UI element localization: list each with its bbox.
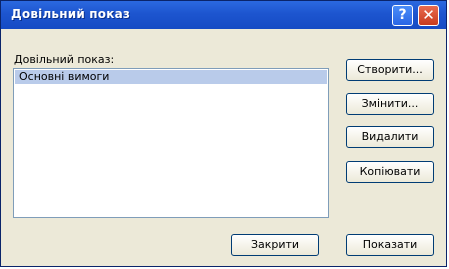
show-button[interactable]: Показати xyxy=(346,234,434,256)
close-window-button[interactable]: ✕ xyxy=(418,5,439,26)
custom-shows-listbox[interactable]: Основні вимоги xyxy=(13,68,329,218)
edit-button[interactable]: Змінити... xyxy=(346,93,434,115)
custom-shows-label: Довільний показ: xyxy=(14,53,115,66)
help-button[interactable]: ? xyxy=(392,5,413,26)
close-button[interactable]: Закрити xyxy=(231,234,319,256)
close-icon: ✕ xyxy=(422,6,435,24)
create-button[interactable]: Створити... xyxy=(346,59,434,81)
title-bar[interactable]: Довільний показ ? ✕ xyxy=(1,1,446,29)
window-title: Довільний показ xyxy=(11,7,131,21)
list-item[interactable]: Основні вимоги xyxy=(15,70,327,84)
help-icon: ? xyxy=(398,7,407,23)
custom-show-dialog: Довільний показ ? ✕ Довільний показ: Осн… xyxy=(0,0,447,267)
copy-button[interactable]: Копіювати xyxy=(346,161,434,183)
delete-button[interactable]: Видалити xyxy=(346,126,434,148)
